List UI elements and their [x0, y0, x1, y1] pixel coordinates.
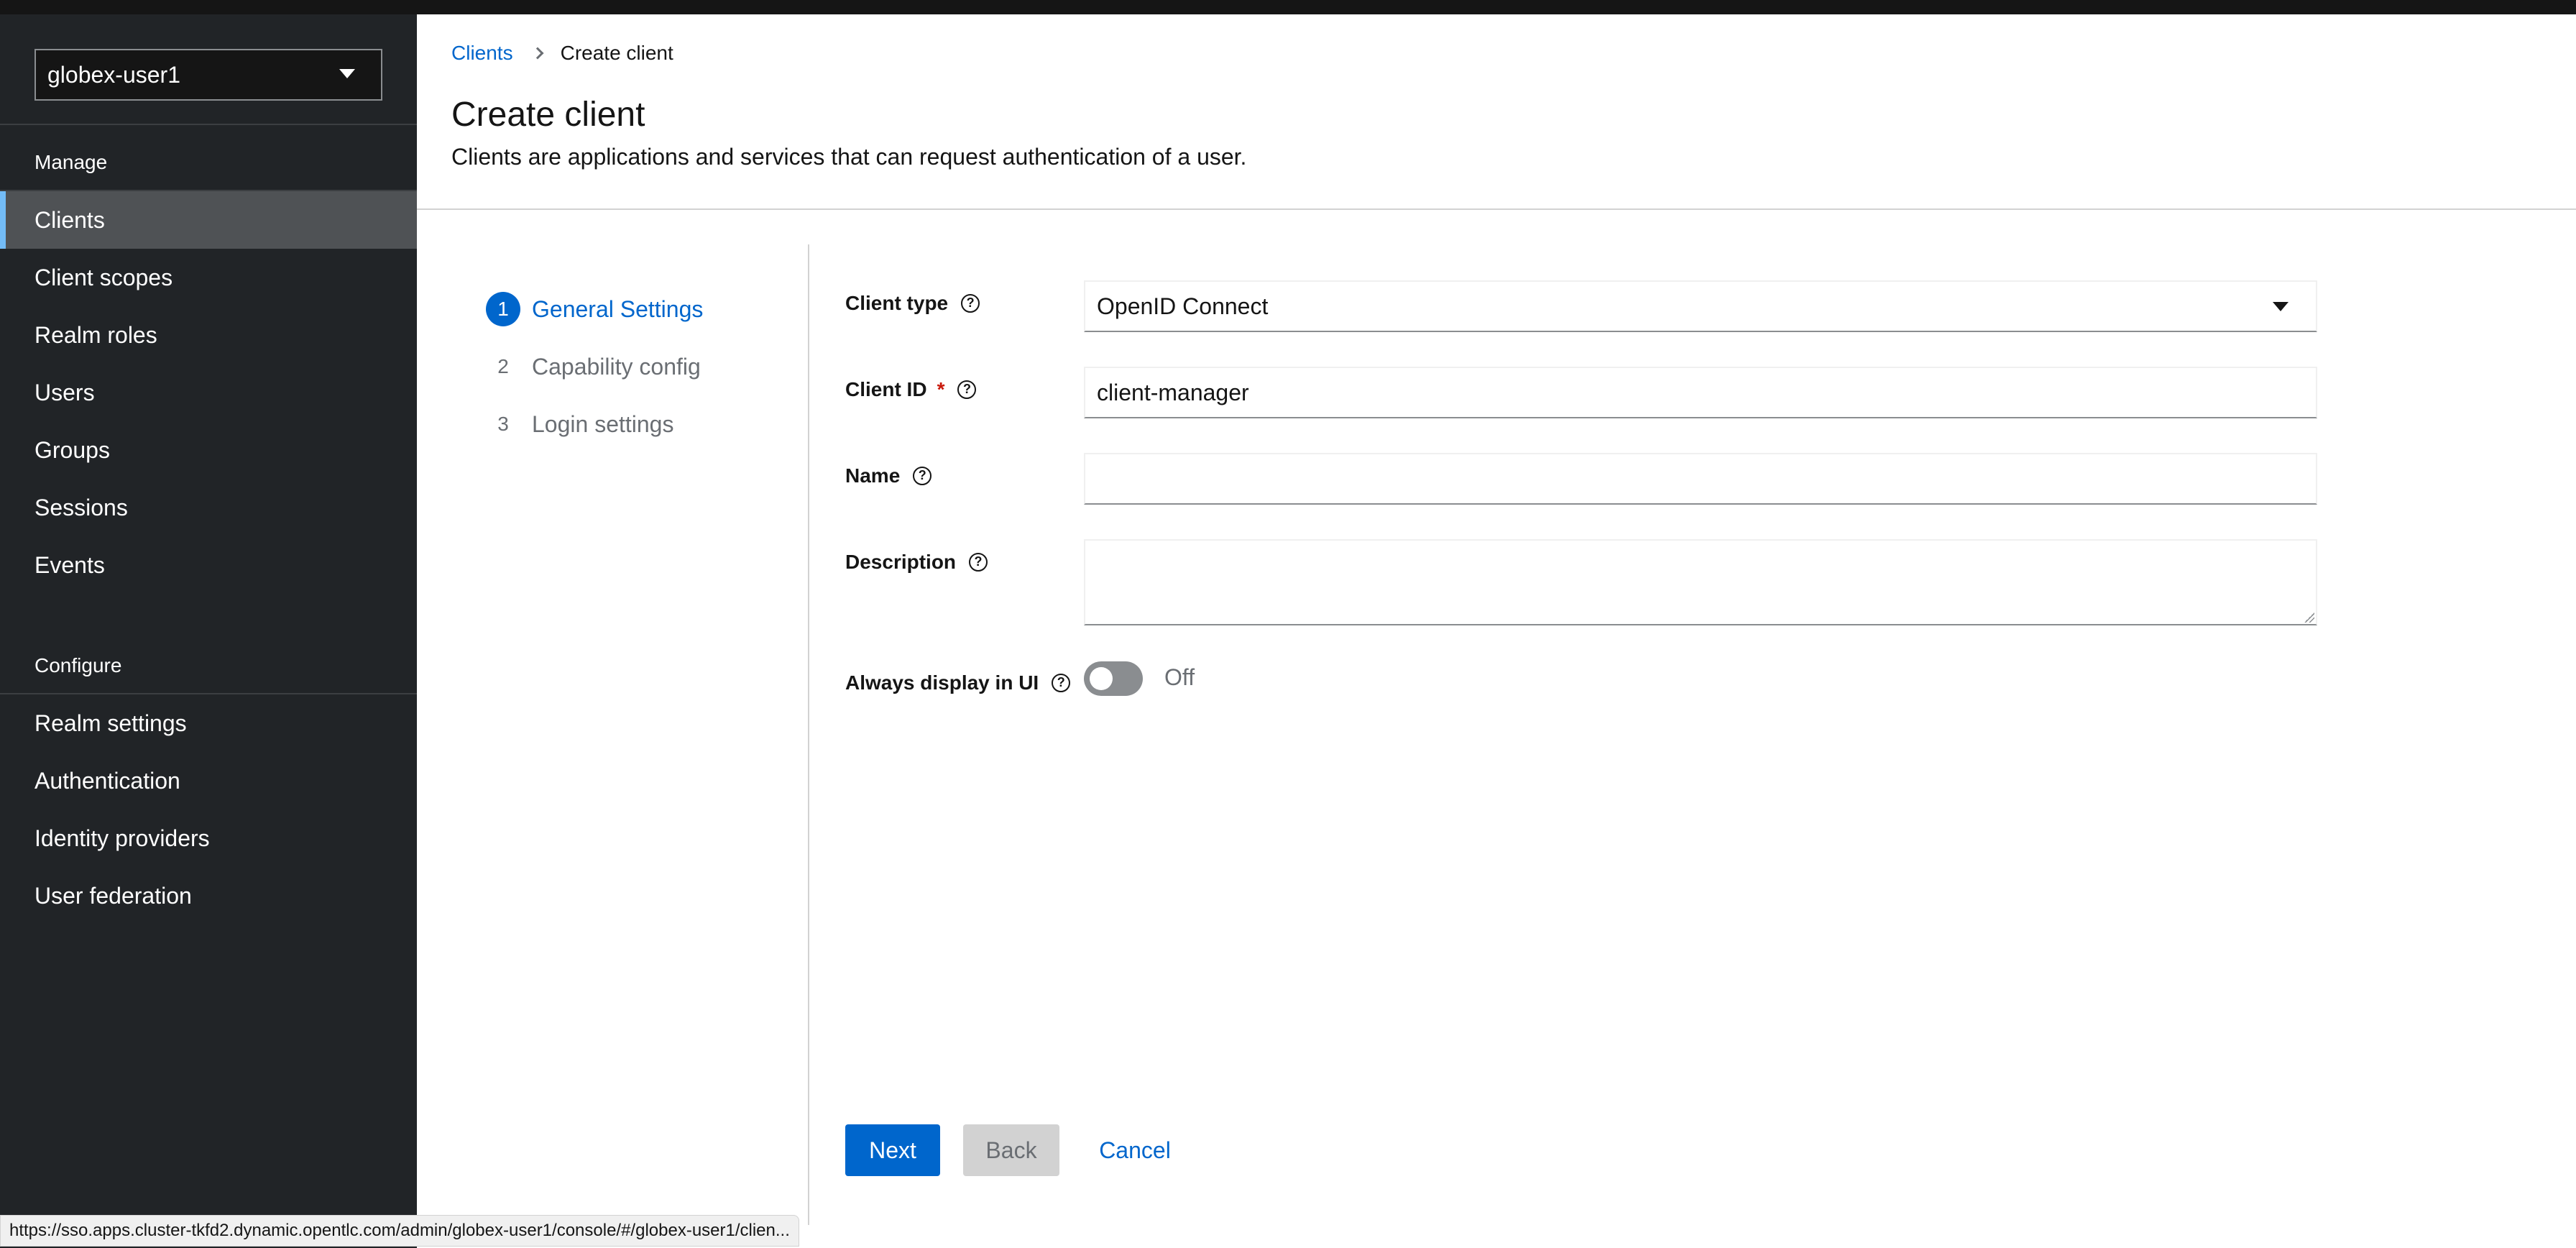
sidebar-item-sessions[interactable]: Sessions — [0, 479, 417, 536]
client-type-select[interactable]: OpenID Connect — [1084, 280, 2317, 332]
name-label: Name ? — [845, 464, 932, 487]
client-id-label-text: Client ID — [845, 378, 927, 400]
sidebar-item-label: Events — [34, 551, 105, 578]
sidebar-item-label: Authentication — [34, 767, 180, 794]
sidebar-divider — [0, 124, 417, 125]
sidebar: globex-user1 Manage Clients Client scope… — [0, 14, 417, 1248]
sidebar-section-configure: Configure — [34, 654, 122, 676]
sidebar-item-authentication[interactable]: Authentication — [0, 752, 417, 809]
breadcrumb-clients-link[interactable]: Clients — [451, 42, 513, 65]
sidebar-item-identity-providers[interactable]: Identity providers — [0, 809, 417, 867]
help-icon[interactable]: ? — [969, 553, 988, 572]
step-number: 1 — [486, 292, 520, 326]
breadcrumb-current: Create client — [560, 42, 673, 64]
caret-down-icon — [2273, 302, 2288, 311]
breadcrumb: Clients Create client — [451, 42, 673, 65]
client-type-label: Client type ? — [845, 292, 980, 315]
client-id-input[interactable] — [1084, 367, 2317, 418]
step-label: General Settings — [532, 295, 704, 322]
sidebar-item-label: Realm settings — [34, 710, 187, 736]
description-textarea[interactable] — [1084, 539, 2317, 625]
always-display-state: Off — [1164, 664, 1195, 690]
step-number: 3 — [497, 413, 509, 435]
client-id-label: Client ID * ? — [845, 378, 977, 401]
page-header: Clients Create client Create client Clie… — [417, 14, 2576, 210]
caret-down-icon — [339, 69, 355, 78]
step-number: 2 — [497, 355, 509, 377]
sidebar-item-label: Sessions — [34, 494, 128, 520]
sidebar-item-label: Groups — [34, 436, 110, 463]
client-type-value: OpenID Connect — [1097, 293, 1269, 319]
description-label-text: Description — [845, 551, 957, 573]
name-input[interactable] — [1084, 453, 2317, 505]
toggle-knob — [1090, 667, 1113, 690]
sidebar-item-label: User federation — [34, 882, 192, 909]
sidebar-item-realm-roles[interactable]: Realm roles — [0, 306, 417, 364]
description-wrapper — [1084, 539, 2317, 625]
app-window: globex-user1 Manage Clients Client scope… — [0, 0, 2576, 1248]
description-label: Description ? — [845, 551, 988, 574]
name-label-text: Name — [845, 464, 901, 487]
next-button[interactable]: Next — [845, 1124, 940, 1176]
client-type-label-text: Client type — [845, 292, 949, 314]
sidebar-item-label: Identity providers — [34, 825, 210, 851]
main-content: Clients Create client Create client Clie… — [417, 14, 2576, 1248]
help-icon[interactable]: ? — [957, 380, 977, 399]
sidebar-item-label: Realm roles — [34, 321, 157, 348]
resize-handle-icon[interactable] — [2304, 612, 2314, 623]
always-display-label: Always display in UI ? — [845, 671, 1071, 694]
wizard-step-capability-config[interactable]: 2 Capability config — [486, 349, 701, 384]
sidebar-item-label: Users — [34, 379, 95, 405]
sidebar-item-label: Clients — [34, 206, 105, 233]
chevron-right-icon — [531, 47, 544, 60]
wizard-step-general-settings[interactable]: 1 General Settings — [486, 292, 703, 326]
required-asterisk: * — [937, 378, 945, 400]
back-button[interactable]: Back — [963, 1124, 1059, 1176]
step-label: Capability config — [532, 353, 701, 380]
sidebar-item-label: Client scopes — [34, 264, 173, 290]
cancel-button[interactable]: Cancel — [1092, 1124, 1177, 1176]
sidebar-item-clients[interactable]: Clients — [0, 191, 417, 249]
wizard-divider — [808, 244, 809, 1225]
top-strip — [0, 0, 2576, 14]
wizard-step-login-settings[interactable]: 3 Login settings — [486, 407, 673, 441]
sidebar-item-users[interactable]: Users — [0, 364, 417, 421]
always-display-label-text: Always display in UI — [845, 671, 1039, 694]
sidebar-item-client-scopes[interactable]: Client scopes — [0, 249, 417, 306]
sidebar-item-groups[interactable]: Groups — [0, 421, 417, 479]
realm-selector-value: globex-user1 — [47, 61, 180, 88]
sidebar-item-realm-settings[interactable]: Realm settings — [0, 694, 417, 752]
help-icon[interactable]: ? — [913, 467, 932, 485]
help-icon[interactable]: ? — [961, 294, 980, 313]
page-description: Clients are applications and services th… — [451, 144, 1247, 170]
sidebar-item-user-federation[interactable]: User federation — [0, 867, 417, 924]
step-label: Login settings — [532, 410, 674, 437]
status-url-bar: https://sso.apps.cluster-tkfd2.dynamic.o… — [0, 1215, 799, 1247]
sidebar-item-events[interactable]: Events — [0, 536, 417, 594]
page-title: Create client — [451, 96, 645, 134]
help-icon[interactable]: ? — [1052, 674, 1071, 692]
realm-selector[interactable]: globex-user1 — [34, 49, 382, 101]
always-display-toggle[interactable] — [1084, 661, 1143, 696]
sidebar-section-manage: Manage — [34, 151, 108, 173]
